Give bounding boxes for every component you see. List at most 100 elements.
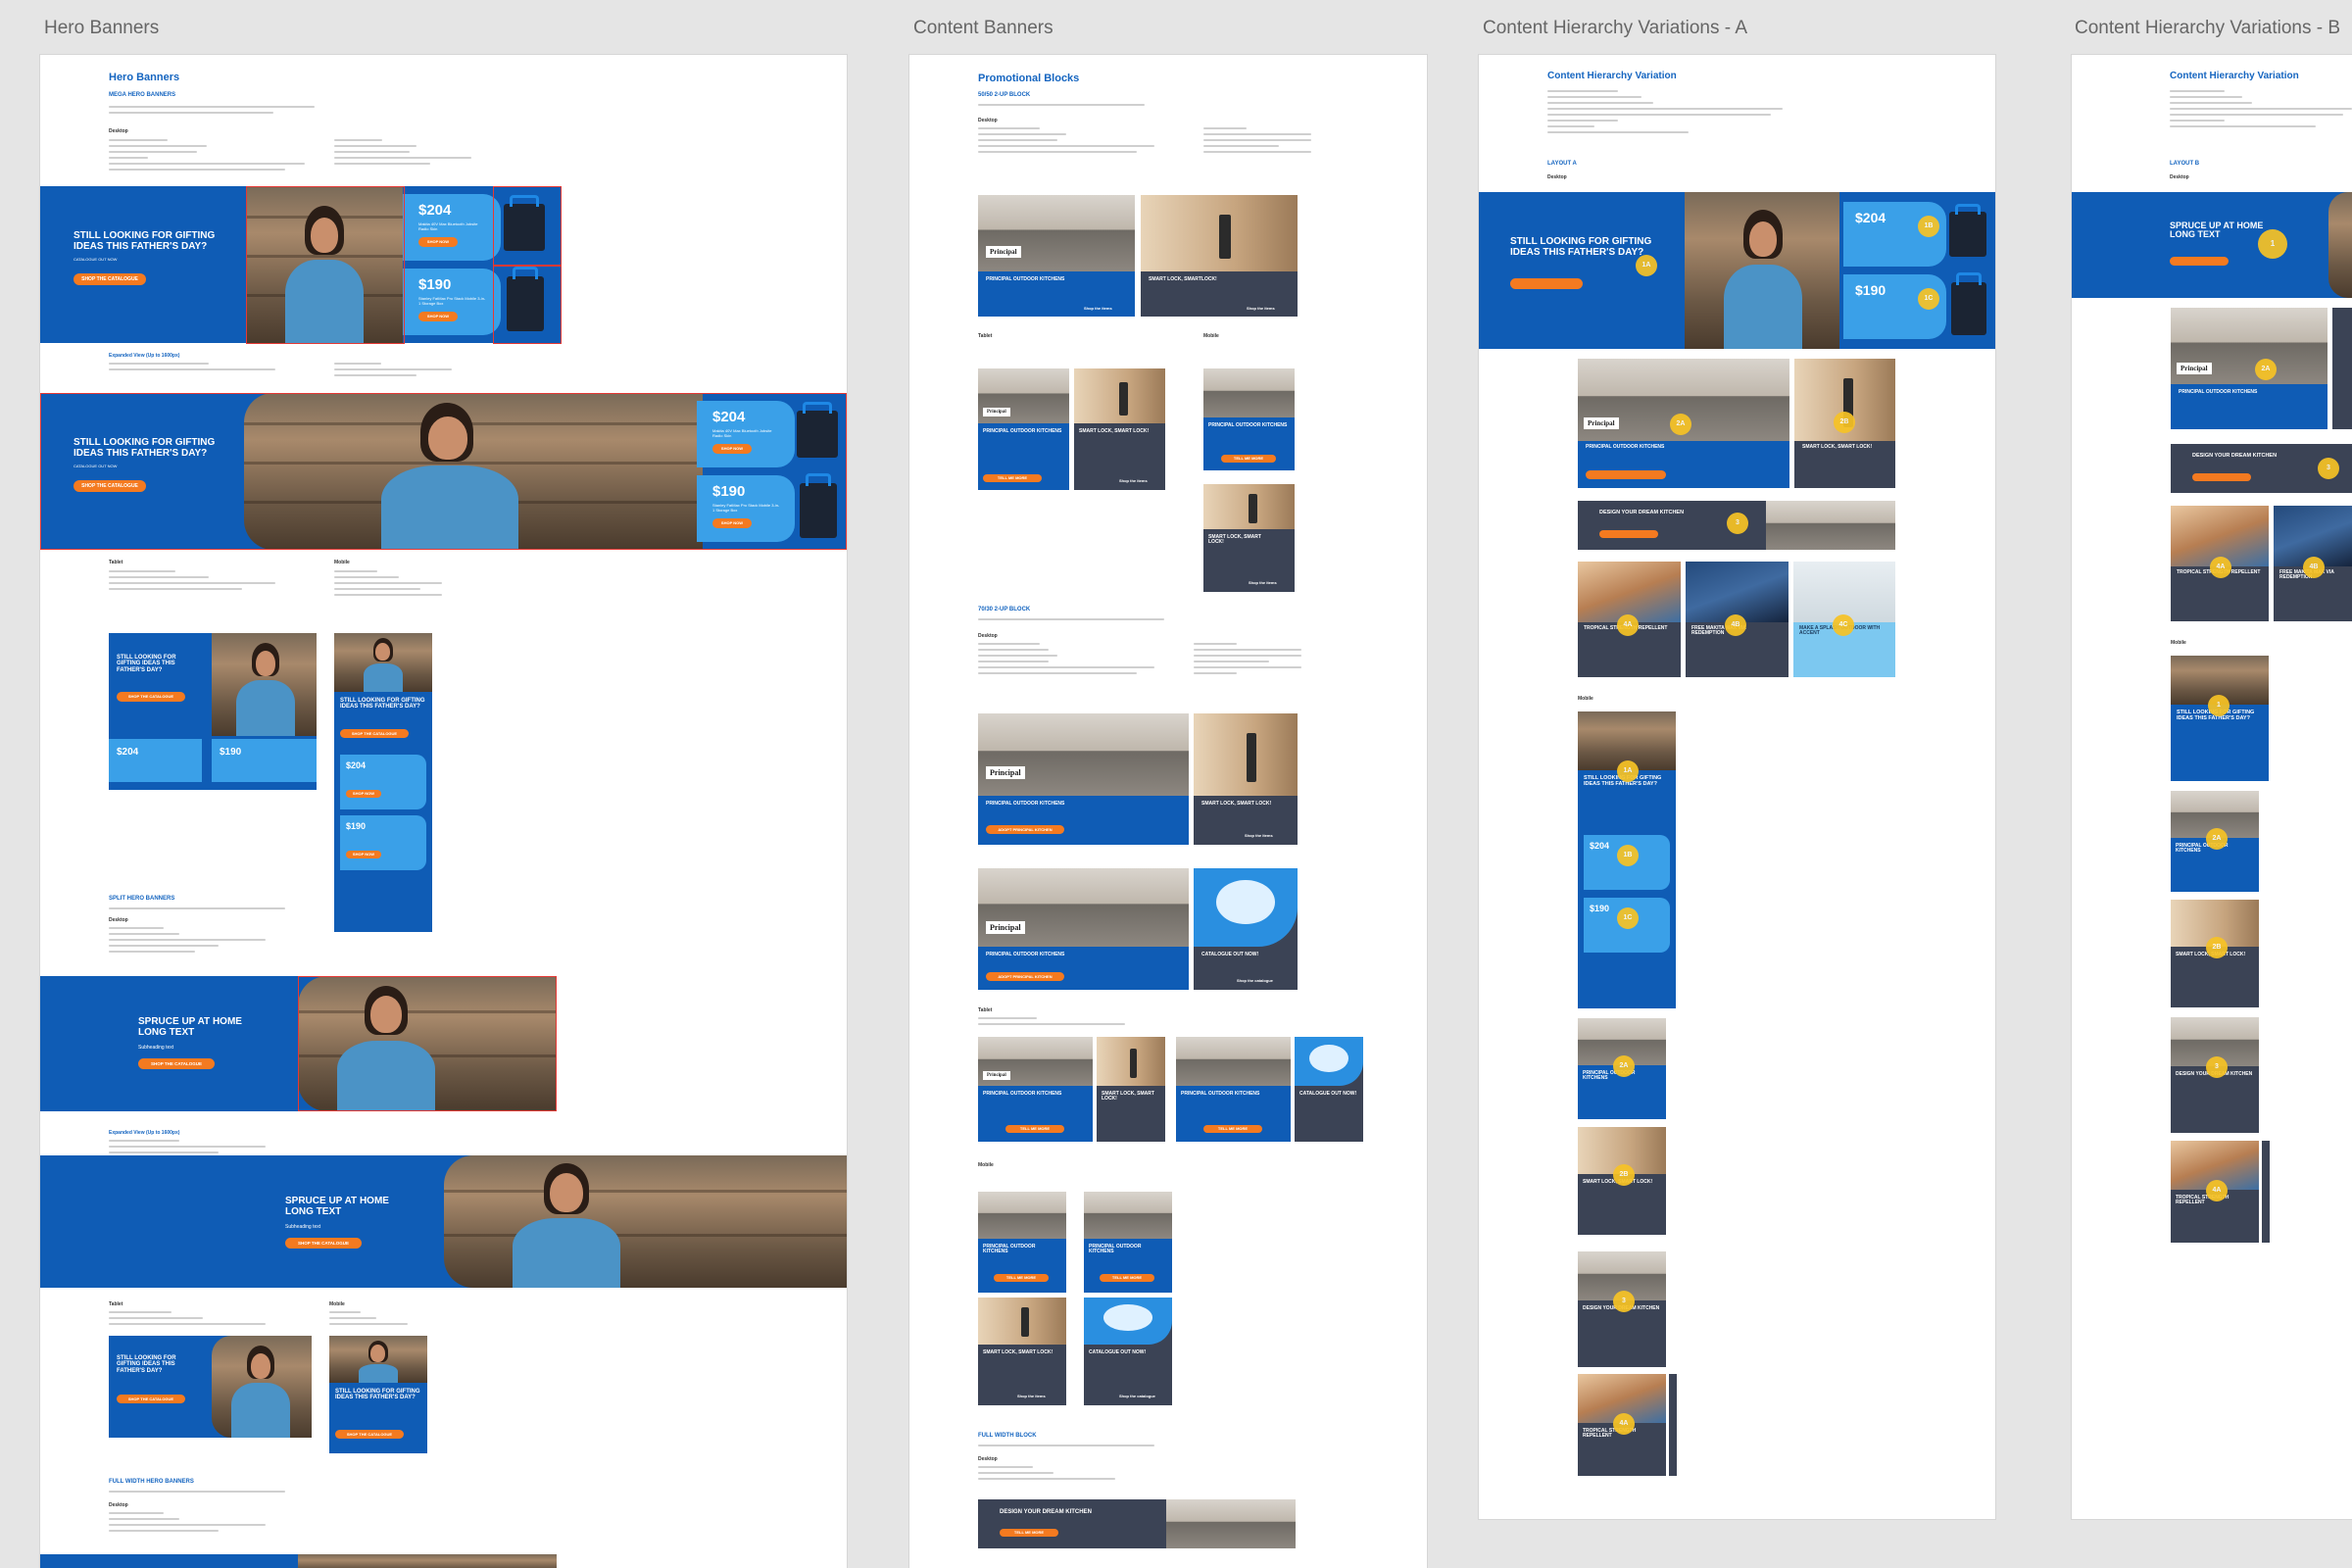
tell-me-more-button[interactable]: TELL ME MORE xyxy=(994,1274,1049,1282)
adopt-principal-button[interactable]: ADOPT PRINCIPAL KITCHEN xyxy=(986,825,1064,834)
shop-now-button[interactable]: SHOP NOW xyxy=(418,312,458,321)
shop-now-button[interactable]: SHOP NOW xyxy=(712,444,752,454)
mobile-hero-b[interactable]: STILL LOOKING FOR GIFTING IDEAS THIS FAT… xyxy=(2171,656,2269,781)
mobile-card-2b[interactable]: SMART LOCK, SMART LOCK! 2B xyxy=(1578,1127,1666,1235)
variation-b-hero[interactable]: SPRUCE UP AT HOME LONG TEXT 1 xyxy=(2072,192,2352,298)
tablet-card-smartlock[interactable]: SMART LOCK, SMART LOCK! Shop the items xyxy=(1074,368,1165,490)
shop-now-button[interactable]: SHOP NOW xyxy=(346,851,381,858)
card-4b-free[interactable]: FREE MAKITA MAX VIA REDEMPTION 4B xyxy=(2274,506,2352,621)
tell-me-more-button[interactable]: TELL ME MORE xyxy=(1203,1125,1262,1133)
card-2a-principal[interactable]: Principal PRINCIPAL OUTDOOR KITCHENS 2A xyxy=(2171,308,2328,429)
shop-now-button[interactable]: SHOP NOW xyxy=(418,237,458,247)
artboard-label-content[interactable]: Content Banners xyxy=(913,18,1054,39)
mobile-card-principal-b[interactable]: PRINCIPAL OUTDOOR KITCHENS TELL ME MORE xyxy=(1084,1192,1172,1293)
card-2b-smartlock[interactable]: SMART LOCK, SMART LOCK! 2B xyxy=(1794,359,1895,488)
tell-me-more-button[interactable]: TELL ME MORE xyxy=(1100,1274,1154,1282)
mobile-card-4a[interactable]: TROPICAL STRENGTH REPELLENT 4A xyxy=(2171,1141,2259,1243)
shop-catalogue-button[interactable]: SHOP THE CATALOGUE xyxy=(340,729,409,738)
expanded-split-hero[interactable]: SPRUCE UP AT HOME LONG TEXT Subheading t… xyxy=(40,1155,847,1288)
artboard-content-banners[interactable]: Promotional Blocks 50/50 2-UP BLOCK Desk… xyxy=(909,55,1427,1568)
variation-a-hero[interactable]: STILL LOOKING FOR GIFTING IDEAS THIS FAT… xyxy=(1479,192,1995,349)
card-2a-principal[interactable]: Principal PRINCIPAL OUTDOOR KITCHENS 2A xyxy=(1578,359,1789,488)
shop-items-link[interactable]: Shop the items xyxy=(1245,833,1273,838)
promo-card-smartlock-30[interactable]: SMART LOCK, SMART LOCK! Shop the items xyxy=(1194,713,1298,845)
shop-catalogue-button[interactable] xyxy=(1510,278,1583,289)
shop-catalogue-button[interactable]: SHOP THE CATALOGUE xyxy=(285,1238,362,1249)
artboard-label-variation-a[interactable]: Content Hierarchy Variations - A xyxy=(1483,18,1747,39)
card-3-dream-kitchen[interactable]: DESIGN YOUR DREAM KITCHEN 3 xyxy=(2171,444,2352,493)
shop-catalogue-button[interactable] xyxy=(2170,257,2229,266)
shop-items-link[interactable]: Shop the items xyxy=(1084,306,1112,311)
tablet-30-catalogue[interactable]: CATALOGUE OUT NOW! xyxy=(1295,1037,1363,1142)
mobile-card-3[interactable]: DESIGN YOUR DREAM KITCHEN 3 xyxy=(2171,1017,2259,1133)
card-3-dream-kitchen[interactable]: DESIGN YOUR DREAM KITCHEN 3 xyxy=(1578,501,1895,550)
price-card-storage[interactable]: $190 xyxy=(212,739,317,782)
full-width-dream-kitchen[interactable]: DESIGN YOUR DREAM KITCHEN TELL ME MORE xyxy=(978,1499,1296,1548)
mobile-card-smartlock[interactable]: SMART LOCK, SMART LOCK! Shop the items xyxy=(978,1298,1066,1405)
mobile-card-2a[interactable]: PRINCIPAL OUTDOOR KITCHENS 2A xyxy=(1578,1018,1666,1119)
mobile-card-principal-a[interactable]: PRINCIPAL OUTDOOR KITCHENS TELL ME MORE xyxy=(978,1192,1066,1293)
mobile-card-3[interactable]: DESIGN YOUR DREAM KITCHEN 3 xyxy=(1578,1251,1666,1367)
shop-now-button[interactable]: SHOP NOW xyxy=(712,518,752,528)
promo-card-principal-70[interactable]: Principal PRINCIPAL OUTDOOR KITCHENS ADO… xyxy=(978,713,1189,845)
card-4b-free[interactable]: FREE MAKITA MAX VIA REDEMPTION 4B xyxy=(1686,562,1788,677)
artboard-label-hero[interactable]: Hero Banners xyxy=(44,18,159,39)
artboard-variation-a[interactable]: Content Hierarchy Variation LAYOUT A Des… xyxy=(1479,55,1995,1519)
artboard-variation-b[interactable]: Content Hierarchy Variation LAYOUT B Des… xyxy=(2072,55,2352,1519)
tell-me-more-button[interactable]: TELL ME MORE xyxy=(1005,1125,1064,1133)
price-card-storage[interactable]: $190 Stanley FatMax Pro Stack Mobile 3-i… xyxy=(403,269,501,335)
price-card-storage[interactable]: $190 SHOP NOW xyxy=(340,815,426,870)
price-card-storage[interactable]: $190 Stanley FatMax Pro Stack Mobile 3-i… xyxy=(697,475,795,542)
expanded-mega-hero[interactable]: STILL LOOKING FOR GIFTING IDEAS THIS FAT… xyxy=(40,393,847,550)
full-width-hero-banner[interactable] xyxy=(40,1554,557,1568)
mobile-card-2a[interactable]: PRINCIPAL OUTDOOR KITCHENS 2A xyxy=(2171,791,2259,892)
tell-me-more-button[interactable]: TELL ME MORE xyxy=(983,474,1042,482)
mobile-card-catalogue[interactable]: CATALOGUE OUT NOW! Shop the catalogue xyxy=(1084,1298,1172,1405)
split-hero-banner[interactable]: SPRUCE UP AT HOME LONG TEXT Subheading t… xyxy=(40,976,557,1111)
adopt-principal-button[interactable]: ADOPT PRINCIPAL KITCHEN xyxy=(986,972,1064,981)
view-catalogue-link[interactable]: Shop the catalogue xyxy=(1119,1394,1155,1398)
adopt-principal-button[interactable] xyxy=(1586,470,1666,479)
tell-me-more-button[interactable]: TELL ME MORE xyxy=(1000,1529,1058,1537)
tablet-70-principal-b[interactable]: PRINCIPAL OUTDOOR KITCHENS TELL ME MORE xyxy=(1176,1037,1291,1142)
tell-me-more-button[interactable] xyxy=(1599,530,1658,538)
card-4a-tropical[interactable]: TROPICAL STRENGTH REPELLENT 4A xyxy=(2171,506,2269,621)
tablet-70-principal[interactable]: Principal PRINCIPAL OUTDOOR KITCHENS TEL… xyxy=(978,1037,1093,1142)
shop-catalogue-button[interactable]: SHOP THE CATALOGUE xyxy=(74,273,146,285)
shop-now-button[interactable]: SHOP NOW xyxy=(346,790,381,798)
tell-me-more-button[interactable]: TELL ME MORE xyxy=(1221,455,1276,463)
mobile-card-smartlock[interactable]: SMART LOCK, SMART LOCK! Shop the items xyxy=(1203,484,1295,592)
tablet-hero-banner[interactable]: STILL LOOKING FOR GIFTING IDEAS THIS FAT… xyxy=(109,633,317,790)
artboard-label-variation-b[interactable]: Content Hierarchy Variations - B xyxy=(2075,18,2340,39)
promo-card-principal-70b[interactable]: Principal PRINCIPAL OUTDOOR KITCHENS ADO… xyxy=(978,868,1189,990)
mobile-card-4a[interactable]: TROPICAL STRENGTH REPELLENT 4A xyxy=(1578,1374,1666,1476)
tell-me-more-button[interactable] xyxy=(2192,473,2251,481)
shop-items-link[interactable]: Shop the items xyxy=(1247,306,1275,311)
mobile-card-2b[interactable]: SMART LOCK, SMART LOCK! 2B xyxy=(2171,900,2259,1007)
mobile-card-principal[interactable]: PRINCIPAL OUTDOOR KITCHENS TELL ME MORE xyxy=(1203,368,1295,470)
mega-hero-banner[interactable]: STILL LOOKING FOR GIFTING IDEAS THIS FAT… xyxy=(40,186,562,344)
shop-catalogue-button[interactable]: SHOP THE CATALOGUE xyxy=(74,480,146,492)
shop-catalogue-button[interactable]: SHOP THE CATALOGUE xyxy=(117,692,185,702)
shop-items-link[interactable]: Shop the items xyxy=(1017,1394,1046,1398)
price-card-radio[interactable]: $204 Makita 40V Max Bluetooth Jobsite Ra… xyxy=(697,401,795,467)
shop-items-link[interactable]: Shop the items xyxy=(1249,580,1277,585)
promo-card-catalogue[interactable]: CATALOGUE OUT NOW! Shop the catalogue xyxy=(1194,868,1298,990)
shop-catalogue-button[interactable]: SHOP THE CATALOGUE xyxy=(117,1395,185,1403)
promo-card-smartlock[interactable]: SMART LOCK, SMARTLOCK! Shop the items xyxy=(1141,195,1298,317)
artboard-hero-banners[interactable]: Hero Banners MEGA HERO BANNERS Desktop S… xyxy=(40,55,847,1568)
shop-catalogue-button[interactable]: SHOP THE CATALOGUE xyxy=(138,1058,215,1069)
shop-catalogue-button[interactable]: SHOP THE CATALOGUE xyxy=(335,1430,404,1439)
mobile-hero-a[interactable]: STILL LOOKING FOR GIFTING IDEAS THIS FAT… xyxy=(1578,711,1676,1008)
shop-items-link[interactable]: Shop the items xyxy=(1119,478,1148,483)
price-card-radio[interactable]: $204 Makita 40V Max Bluetooth Jobsite Ra… xyxy=(403,194,501,261)
mobile-hero-banner[interactable]: STILL LOOKING FOR GIFTING IDEAS THIS FAT… xyxy=(334,633,432,932)
card-4a-tropical[interactable]: TROPICAL STRENGTH REPELLENT 4A xyxy=(1578,562,1681,677)
view-catalogue-link[interactable]: Shop the catalogue xyxy=(1237,978,1273,983)
price-card-radio[interactable]: $204 xyxy=(109,739,202,782)
promo-card-principal[interactable]: Principal PRINCIPAL OUTDOOR KITCHENS Sho… xyxy=(978,195,1135,317)
tablet-split-banner[interactable]: STILL LOOKING FOR GIFTING IDEAS THIS FAT… xyxy=(109,1336,312,1438)
tablet-30-smartlock[interactable]: SMART LOCK, SMART LOCK! xyxy=(1097,1037,1165,1142)
price-card-radio[interactable]: $204 SHOP NOW xyxy=(340,755,426,809)
card-4c-make[interactable]: MAKE A SPLASH OUTDOOR WITH ACCENT 4C xyxy=(1793,562,1895,677)
